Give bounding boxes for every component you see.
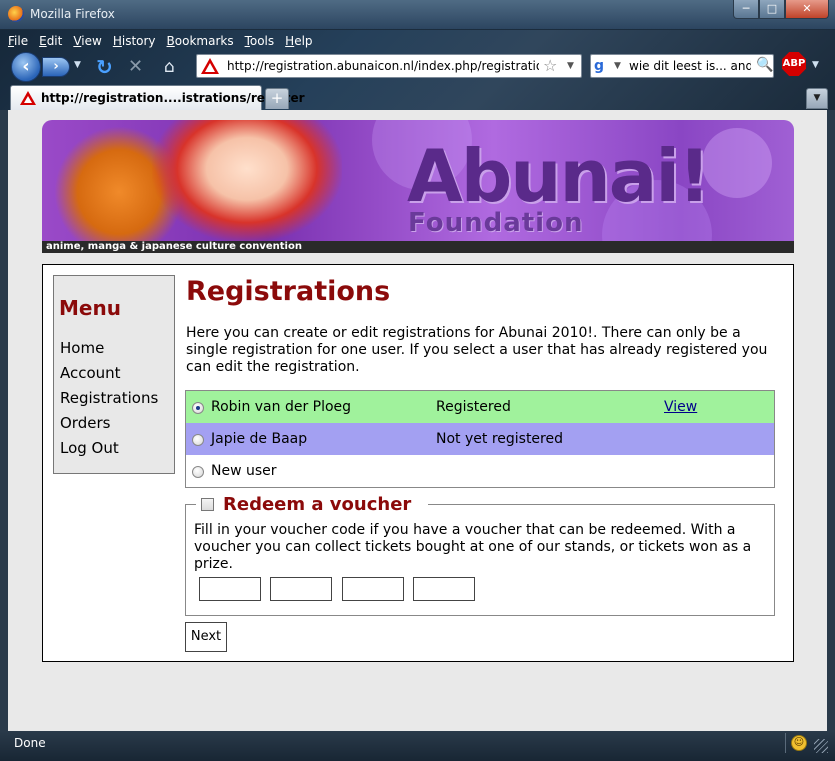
menu-edit[interactable]: Edit — [39, 32, 62, 50]
next-button[interactable]: Next — [185, 622, 227, 652]
stop-icon[interactable]: ✕ — [128, 56, 150, 78]
forward-button[interactable]: › — [42, 57, 70, 77]
google-search-engine-icon[interactable]: g — [594, 58, 612, 75]
status-text: Done — [14, 736, 46, 750]
content-panel: Menu Home Account Registrations Orders L… — [42, 264, 794, 662]
user-radio[interactable] — [192, 466, 204, 478]
anime-girl-image — [152, 120, 342, 242]
menu-view[interactable]: View — [73, 32, 101, 50]
title-bar: Mozilla Firefox ─ □ ✕ — [0, 0, 835, 30]
tab-warning-icon — [20, 91, 36, 105]
window-border-left — [0, 110, 8, 731]
redeem-voucher-checkbox[interactable] — [201, 498, 214, 511]
voucher-code-input-1[interactable] — [199, 577, 261, 601]
menu-file[interactable]: File — [8, 32, 28, 50]
page-title: Registrations — [186, 276, 391, 307]
new-tab-button[interactable]: + — [265, 88, 289, 109]
url-text[interactable]: http://registration.abunaicon.nl/index.p… — [227, 59, 539, 73]
flower-decoration — [702, 128, 772, 198]
close-button[interactable]: ✕ — [785, 0, 829, 19]
user-radio[interactable] — [192, 402, 204, 414]
menu-bookmarks[interactable]: Bookmarks — [167, 32, 234, 50]
menu-tools[interactable]: Tools — [245, 32, 275, 50]
adblock-plus-icon[interactable]: ABP — [782, 52, 806, 76]
page-intro: Here you can create or edit registration… — [186, 325, 768, 375]
minimize-button[interactable]: ─ — [733, 0, 759, 19]
window-border-right — [827, 110, 835, 731]
voucher-code-input-3[interactable] — [342, 577, 404, 601]
warning-site-icon — [201, 58, 219, 74]
table-row[interactable]: Robin van der Ploeg Registered View — [186, 391, 774, 423]
navigation-toolbar: ‹ › ▼ ↻ ✕ ⌂ http://registration.abunaico… — [0, 50, 835, 82]
user-radio[interactable] — [192, 434, 204, 446]
address-bar[interactable]: http://registration.abunaicon.nl/index.p… — [196, 54, 582, 78]
adblock-dropdown-icon[interactable]: ▼ — [812, 60, 819, 70]
site-tagline: anime, manga & japanese culture conventi… — [46, 241, 302, 252]
bookmark-star-icon[interactable]: ☆ — [543, 56, 557, 75]
user-name: Robin van der Ploeg — [211, 399, 352, 415]
voucher-legend: Redeem a voucher — [196, 494, 428, 515]
search-engine-dropdown-icon[interactable]: ▼ — [614, 61, 621, 71]
search-icon[interactable]: 🔍 — [756, 57, 773, 73]
menu-history[interactable]: History — [113, 32, 156, 50]
tab-strip: http://registration....istrations/regist… — [0, 85, 835, 110]
voucher-description: Fill in your voucher code if you have a … — [194, 522, 752, 572]
view-link[interactable]: View — [664, 399, 697, 415]
page-viewport: Abunai! Foundation anime, manga & japane… — [8, 110, 827, 731]
sidebar-menu: Menu Home Account Registrations Orders L… — [53, 275, 175, 474]
registrations-table: Robin van der Ploeg Registered View Japi… — [185, 390, 775, 488]
search-bar[interactable]: g ▼ wie dit leest is... anders 🔍 — [590, 54, 774, 78]
tagline-bar: anime, manga & japanese culture conventi… — [42, 241, 794, 253]
site-logo-subtitle: Foundation — [408, 208, 584, 238]
menu-title: Menu — [59, 296, 121, 320]
voucher-fieldset: Redeem a voucher Fill in your voucher co… — [185, 494, 775, 616]
user-name: New user — [211, 463, 277, 479]
voucher-code-input-2[interactable] — [270, 577, 332, 601]
user-name: Japie de Baap — [211, 431, 308, 447]
table-row[interactable]: Japie de Baap Not yet registered — [186, 423, 774, 455]
voucher-code-input-4[interactable] — [413, 577, 475, 601]
sidebar-item-log-out[interactable]: Log Out — [60, 439, 119, 457]
tab-registration[interactable]: http://registration....istrations/regist… — [10, 85, 305, 110]
table-row[interactable]: New user — [186, 455, 774, 487]
browser-chrome: File Edit View History Bookmarks Tools H… — [0, 30, 835, 110]
history-dropdown-icon[interactable]: ▼ — [74, 60, 81, 70]
list-all-tabs-icon[interactable]: ▼ — [806, 88, 828, 109]
menu-help[interactable]: Help — [285, 32, 312, 50]
sidebar-item-orders[interactable]: Orders — [60, 414, 110, 432]
firefox-logo-icon — [8, 6, 24, 22]
sidebar-item-registrations[interactable]: Registrations — [60, 389, 158, 407]
voucher-legend-label: Redeem a voucher — [223, 494, 412, 515]
resize-grip-icon[interactable] — [814, 739, 828, 753]
search-input[interactable]: wie dit leest is... anders — [629, 59, 751, 73]
maximize-button[interactable]: □ — [759, 0, 785, 19]
sidebar-item-home[interactable]: Home — [60, 339, 104, 357]
site-banner: Abunai! Foundation anime, manga & japane… — [42, 120, 794, 253]
status-divider — [785, 733, 786, 753]
status-bar: Done ☺ — [0, 731, 835, 761]
url-dropdown-icon[interactable]: ▼ — [567, 61, 574, 71]
menu-bar: File Edit View History Bookmarks Tools H… — [8, 32, 313, 50]
reload-icon[interactable]: ↻ — [96, 56, 118, 78]
back-button[interactable]: ‹ — [11, 52, 41, 82]
registration-status: Not yet registered — [436, 431, 563, 447]
window-controls: ─ □ ✕ — [733, 0, 829, 19]
sidebar-item-account[interactable]: Account — [60, 364, 121, 382]
window-title: Mozilla Firefox — [30, 7, 115, 21]
site-logo: Abunai! — [407, 134, 711, 218]
greasemonkey-smiley-icon[interactable]: ☺ — [791, 735, 807, 751]
registration-status: Registered — [436, 399, 511, 415]
home-icon[interactable]: ⌂ — [164, 56, 186, 78]
